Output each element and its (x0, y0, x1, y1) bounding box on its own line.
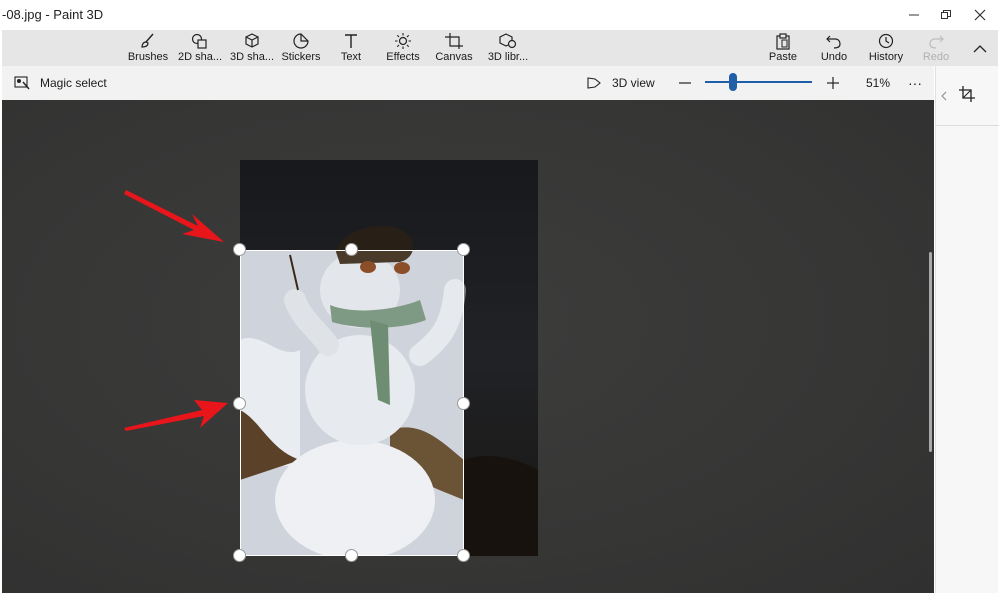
collapse-ribbon-button[interactable] (968, 30, 992, 66)
redo-icon (929, 35, 944, 49)
undo-label: Undo (820, 51, 848, 63)
3d-library-icon (499, 33, 517, 49)
text-label: Text (340, 51, 362, 63)
title-bar: -08.jpg - Paint 3D (0, 0, 1000, 30)
minus-icon (679, 82, 691, 84)
history-label: History (868, 51, 904, 63)
stickers-label: Stickers (281, 51, 321, 63)
2d-shapes-label: 2D sha... (177, 51, 223, 63)
effects-tool[interactable]: Effects (382, 30, 424, 66)
crop-button[interactable] (958, 85, 976, 108)
canvas-icon (445, 33, 463, 49)
panel-divider (936, 125, 999, 126)
magic-select-label: Magic select (40, 76, 107, 90)
crop-dim-right (464, 160, 538, 556)
brush-icon (141, 33, 154, 48)
expand-panel-icon[interactable] (940, 91, 948, 101)
minimize-icon (909, 14, 919, 16)
close-icon (974, 9, 986, 21)
paste-icon (776, 33, 790, 50)
crop-handle-top-left[interactable] (233, 243, 246, 256)
maximize-button[interactable] (929, 0, 963, 30)
text-tool[interactable]: Text (336, 30, 366, 66)
canvas-tool[interactable]: Canvas (434, 30, 474, 66)
crop-handle-bottom[interactable] (345, 549, 358, 562)
zoom-slider-thumb[interactable] (729, 73, 737, 91)
crop-selection-box[interactable] (240, 250, 464, 556)
brushes-tool[interactable]: Brushes (126, 30, 170, 66)
stickers-icon (293, 33, 309, 49)
restore-icon (941, 10, 951, 19)
crop-handle-left[interactable] (233, 397, 246, 410)
annotation-arrow-top-icon (124, 190, 224, 242)
undo-icon (826, 35, 841, 49)
crop-dim-top (240, 160, 464, 250)
zoom-slider[interactable] (705, 66, 815, 100)
3d-library-label: 3D libr... (487, 51, 529, 63)
redo-button[interactable]: Redo (918, 30, 954, 66)
history-icon (878, 33, 894, 49)
window-title: -08.jpg - Paint 3D (2, 7, 104, 22)
effects-label: Effects (386, 51, 420, 63)
vertical-scrollbar[interactable] (929, 252, 932, 452)
brushes-label: Brushes (127, 51, 169, 63)
canvas-label: Canvas (435, 51, 473, 63)
effects-icon (395, 33, 411, 49)
annotation-arrow-left-icon (124, 400, 228, 431)
crop-handle-right[interactable] (457, 397, 470, 410)
zoom-in-button[interactable] (826, 66, 840, 100)
3d-shapes-label: 3D sha... (229, 51, 275, 63)
paste-label: Paste (768, 51, 798, 63)
3d-view-button[interactable]: 3D view (586, 66, 655, 100)
redo-label: Redo (922, 51, 950, 63)
main-ribbon: Brushes 2D sha... 3D sha... Stickers Tex… (2, 30, 998, 66)
2d-shapes-icon (191, 33, 207, 49)
paste-button[interactable]: Paste (764, 30, 802, 66)
3d-view-label: 3D view (612, 76, 655, 90)
chevron-up-icon (973, 45, 987, 53)
close-button[interactable] (963, 0, 997, 30)
2d-shapes-tool[interactable]: 2D sha... (176, 30, 224, 66)
3d-library-tool[interactable]: 3D libr... (484, 30, 532, 66)
zoom-out-button[interactable] (678, 66, 692, 100)
plus-icon (827, 77, 839, 89)
selection-toolbar: Magic select 3D view 51% ··· (2, 66, 934, 100)
crop-handle-top[interactable] (345, 243, 358, 256)
stickers-tool[interactable]: Stickers (278, 30, 324, 66)
history-button[interactable]: History (864, 30, 908, 66)
minimize-button[interactable] (897, 0, 931, 30)
magic-select-button[interactable]: Magic select (14, 66, 107, 100)
canvas-area[interactable] (2, 100, 934, 593)
zoom-percent[interactable]: 51% (866, 66, 890, 100)
text-icon (345, 34, 357, 48)
magic-select-icon (14, 76, 30, 90)
more-options-button[interactable]: ··· (908, 66, 922, 100)
3d-view-icon (587, 77, 601, 89)
undo-button[interactable]: Undo (815, 30, 853, 66)
crop-handle-top-right[interactable] (457, 243, 470, 256)
3d-shapes-icon (245, 33, 259, 48)
crop-handle-bottom-right[interactable] (457, 549, 470, 562)
3d-shapes-tool[interactable]: 3D sha... (228, 30, 276, 66)
zoom-slider-track (705, 81, 812, 83)
side-panel (935, 66, 999, 593)
crop-handle-bottom-left[interactable] (233, 549, 246, 562)
crop-icon (959, 86, 975, 102)
